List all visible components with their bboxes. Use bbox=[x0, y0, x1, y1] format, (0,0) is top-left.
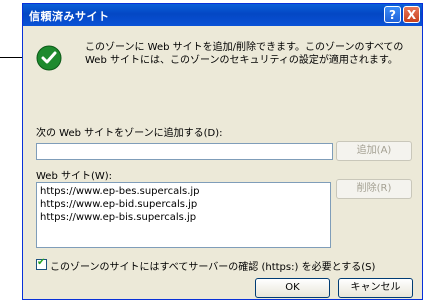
require-https-checkbox[interactable]: ✔ bbox=[36, 257, 47, 270]
title-bar: 信頼済みサイト ? X bbox=[23, 4, 422, 26]
require-https-label[interactable]: このゾーンのサイトにはすべてサーバーの確認 (https:) を必要とする(S) bbox=[50, 258, 375, 273]
list-item[interactable]: https://www.ep-bis.supercals.jp bbox=[40, 211, 327, 224]
help-button[interactable]: ? bbox=[384, 6, 401, 23]
ok-button[interactable]: OK bbox=[255, 278, 330, 298]
background-area bbox=[0, 0, 22, 300]
websites-label: Web サイト(W): bbox=[36, 171, 113, 182]
websites-list[interactable]: https://www.ep-bes.supercals.jp https://… bbox=[36, 182, 331, 248]
add-button[interactable]: 追加(A) bbox=[336, 141, 412, 161]
checkmark-shield-icon bbox=[36, 45, 62, 71]
trusted-sites-dialog: 信頼済みサイト ? X このゾーンに Web サイトを追加/削除できます。このゾ… bbox=[22, 3, 423, 300]
zone-description: このゾーンに Web サイトを追加/削除できます。このゾーンのすべての Web … bbox=[85, 42, 404, 66]
dialog-title: 信頼済みサイト bbox=[29, 10, 110, 23]
close-button[interactable]: X bbox=[403, 6, 420, 23]
background-divider bbox=[0, 57, 22, 58]
list-item[interactable]: https://www.ep-bes.supercals.jp bbox=[40, 185, 327, 198]
add-site-input[interactable] bbox=[36, 143, 333, 160]
checkmark-icon: ✔ bbox=[37, 257, 46, 268]
cancel-button[interactable]: キャンセル bbox=[338, 278, 413, 298]
add-site-label: 次の Web サイトをゾーンに追加する(D): bbox=[36, 128, 223, 139]
list-item[interactable]: https://www.ep-bid.supercals.jp bbox=[40, 198, 327, 211]
remove-button[interactable]: 削除(R) bbox=[336, 179, 412, 199]
